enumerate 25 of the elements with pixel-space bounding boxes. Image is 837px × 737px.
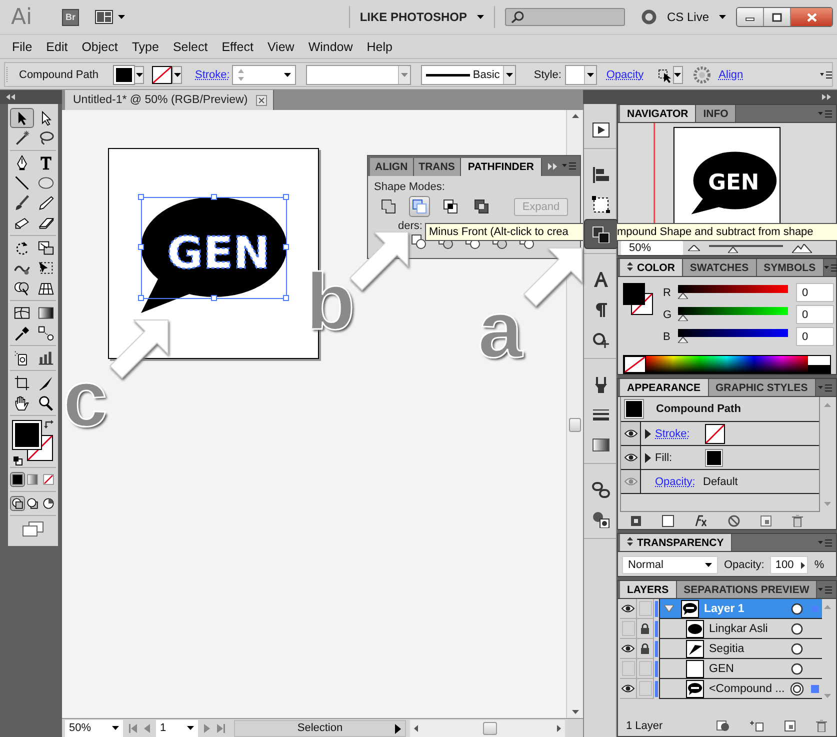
section-label: ders: xyxy=(397,219,422,232)
layer-name: Segitia xyxy=(709,642,746,654)
style-label: Style: xyxy=(534,68,562,80)
layer-name: GEN xyxy=(709,662,735,674)
selection-type-label: Compound Path xyxy=(19,68,100,80)
artwork-text: GEN xyxy=(708,170,760,196)
percent-sign: % xyxy=(814,559,824,571)
section-label: Shape Modes: xyxy=(373,180,446,193)
layer-name: <Compound ... xyxy=(709,682,785,694)
app-logo: Ai xyxy=(11,4,34,30)
channel-label: R xyxy=(663,286,672,298)
layer-name: Layer 1 xyxy=(704,602,746,614)
layer-count: 1 Layer xyxy=(626,720,664,732)
channel-label: B xyxy=(663,330,672,342)
tooltip: Minus Front (Alt-click to crea xyxy=(425,223,583,241)
layer-name: Lingkar Asli xyxy=(709,622,769,634)
opacity-label: Opacity: xyxy=(724,559,764,571)
annotation-label: a xyxy=(478,290,522,370)
object-title: Compound Path xyxy=(656,403,741,415)
annotation-label: c xyxy=(63,359,108,439)
artwork-text: GEN xyxy=(167,228,270,279)
attribute-value: Default xyxy=(703,476,738,488)
channel-label: G xyxy=(663,308,673,320)
tooltip: mpound Shape and subtract from shape xyxy=(617,223,837,241)
attribute-label: Fill: xyxy=(655,452,674,464)
